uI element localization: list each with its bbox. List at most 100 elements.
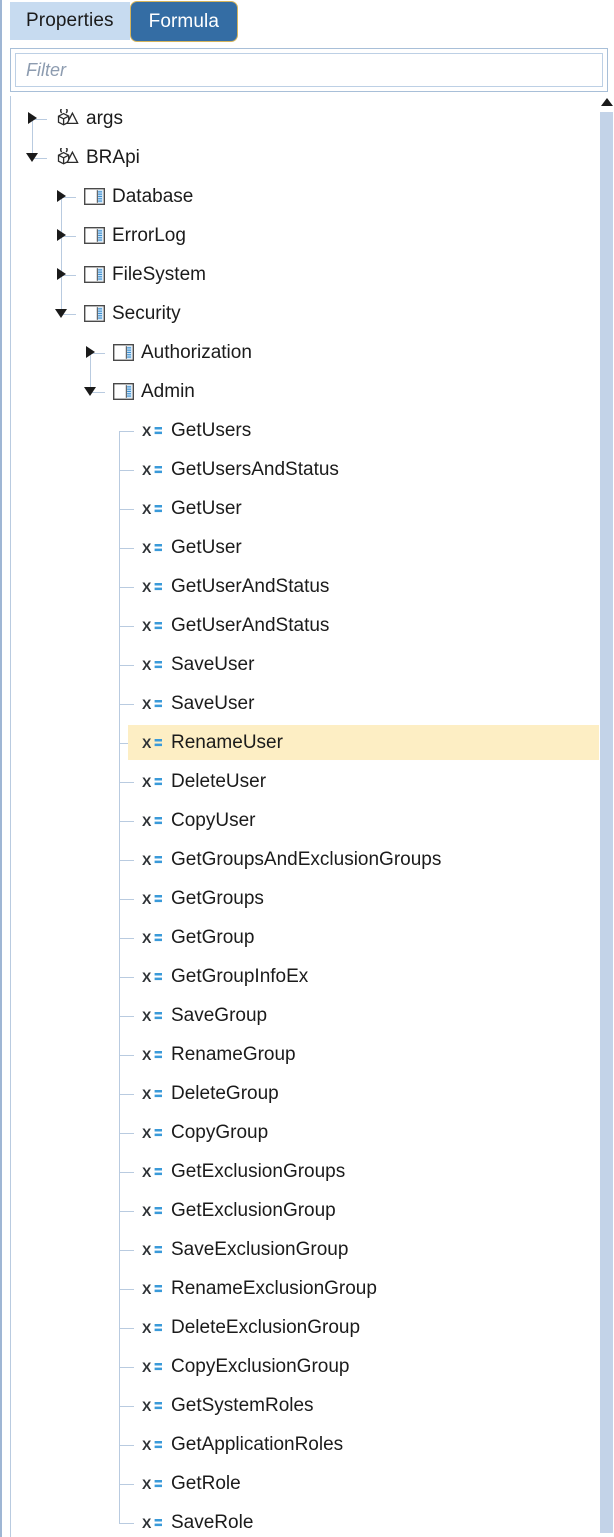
method-icon-svg: X [142,930,162,946]
tree-item-saveuser[interactable]: X SaveUser [11,684,608,723]
formula-editor-panel: Properties Formula args BRApi [0,0,614,1537]
class-icon [112,382,135,401]
svg-text:X: X [142,618,152,634]
tab-formula[interactable]: Formula [129,1,238,42]
tree-item-getexclusiongroup[interactable]: X GetExclusionGroup [11,1191,608,1230]
tree-item-getuserandstatus[interactable]: X GetUserAndStatus [11,606,608,645]
tree-item-label: GetExclusionGroup [171,1200,336,1221]
class-icon [83,265,106,284]
tree-item-getuser[interactable]: X GetUser [11,528,608,567]
tree-item-deleteexclusiongroup[interactable]: X DeleteExclusionGroup [11,1308,608,1347]
tab-strip: Properties Formula [2,0,614,44]
tree-item-label: SaveUser [171,654,255,675]
tree-item-getgroupinfoex[interactable]: X GetGroupInfoEx [11,957,608,996]
expander-expand-icon[interactable] [54,267,70,283]
tree-item-deleteuser[interactable]: X DeleteUser [11,762,608,801]
tree-item-getrole[interactable]: X GetRole [11,1464,608,1503]
expander-expand-icon[interactable] [25,111,41,127]
tree-item-label: DeleteExclusionGroup [171,1317,361,1338]
tree-item-content: BRApi [55,145,140,168]
expander-collapse-icon[interactable] [25,150,41,166]
class-icon-svg [83,304,106,323]
vertical-scrollbar[interactable] [599,96,614,1537]
class-icon-svg [83,187,106,206]
tree-item-copygroup[interactable]: X CopyGroup [11,1113,608,1152]
method-icon-svg: X [142,1086,162,1102]
namespace-icon-svg [57,145,79,165]
tree-item-copyuser[interactable]: X CopyUser [11,801,608,840]
svg-text:X: X [142,540,152,556]
tree-item-filesystem[interactable]: FileSystem [11,255,608,294]
expander-collapse-icon[interactable] [54,306,70,322]
svg-text:X: X [142,1320,152,1336]
method-icon-svg: X [142,1242,162,1258]
tree-item-renameexclusiongroup[interactable]: X RenameExclusionGroup [11,1269,608,1308]
svg-text:X: X [142,1437,152,1453]
method-icon-svg: X [142,1320,162,1336]
tree-item-label: Security [112,303,181,324]
tree-item-copyexclusiongroup[interactable]: X CopyExclusionGroup [11,1347,608,1386]
class-icon [83,187,106,206]
tree-item-savegroup[interactable]: X SaveGroup [11,996,608,1035]
method-icon: X [142,852,164,868]
tree-item-getgroup[interactable]: X GetGroup [11,918,608,957]
tree-item-brapi[interactable]: BRApi [11,138,608,177]
api-tree-panel[interactable]: args BRApi Database ErrorLog FileSystem … [10,96,608,1537]
method-icon-svg: X [142,852,162,868]
tree-item-saveuser[interactable]: X SaveUser [11,645,608,684]
tree-item-getapplicationroles[interactable]: X GetApplicationRoles [11,1425,608,1464]
tab-properties[interactable]: Properties [10,2,130,40]
tree-item-getuser[interactable]: X GetUser [11,489,608,528]
tree-item-authorization[interactable]: Authorization [11,333,608,372]
tree-item-content: ErrorLog [83,226,186,245]
method-icon: X [142,1281,164,1297]
expander-expand-icon[interactable] [54,189,70,205]
class-icon-svg [83,265,106,284]
tree-item-content: X SaveRole [142,1513,253,1532]
method-icon-svg: X [142,1437,162,1453]
tree-item-content: X GetUser [142,538,242,557]
method-icon-svg: X [142,813,162,829]
filter-input[interactable] [15,53,603,87]
tree-item-errorlog[interactable]: ErrorLog [11,216,608,255]
tree-item-label: GetGroupInfoEx [171,966,309,987]
tree-item-getusers[interactable]: X GetUsers [11,411,608,450]
expander-expand-icon[interactable] [54,228,70,244]
tree-item-renamegroup[interactable]: X RenameGroup [11,1035,608,1074]
tree-item-saveexclusiongroup[interactable]: X SaveExclusionGroup [11,1230,608,1269]
tree-item-content: X GetUserAndStatus [142,616,329,635]
method-icon-svg: X [142,1008,162,1024]
tree-item-args[interactable]: args [11,99,608,138]
tree-item-label: GetUser [171,537,242,558]
tree-item-content: X CopyExclusionGroup [142,1357,349,1376]
expander-collapse-icon[interactable] [83,384,99,400]
class-icon-svg [83,226,106,245]
svg-text:X: X [142,1203,152,1219]
class-icon [112,343,135,362]
tree-item-saverole[interactable]: X SaveRole [11,1503,608,1537]
tree-item-content: X DeleteUser [142,772,266,791]
method-icon: X [142,579,164,595]
tree-item-getusersandstatus[interactable]: X GetUsersAndStatus [11,450,608,489]
tree-item-security[interactable]: Security [11,294,608,333]
scroll-up-arrow-icon[interactable] [601,98,613,106]
tree-item-content: X GetUsers [142,421,251,440]
tree-item-content: X SaveUser [142,655,254,674]
tree-item-getuserandstatus[interactable]: X GetUserAndStatus [11,567,608,606]
tree-item-content: Security [83,303,181,324]
tree-item-deletegroup[interactable]: X DeleteGroup [11,1074,608,1113]
tree-item-getgroupsandexclusiongroups[interactable]: X GetGroupsAndExclusionGroups [11,840,608,879]
svg-text:X: X [142,735,152,751]
tree-item-renameuser[interactable]: X RenameUser [11,723,608,762]
tree-item-database[interactable]: Database [11,177,608,216]
scrollbar-track[interactable] [600,112,613,1533]
tree-item-content: X GetExclusionGroup [142,1201,336,1220]
tree-item-getexclusiongroups[interactable]: X GetExclusionGroups [11,1152,608,1191]
method-icon: X [142,1515,164,1531]
tree-item-admin[interactable]: Admin [11,372,608,411]
tree-item-getsystemroles[interactable]: X GetSystemRoles [11,1386,608,1425]
tree-item-getgroups[interactable]: X GetGroups [11,879,608,918]
expander-expand-icon[interactable] [83,345,99,361]
method-icon-svg: X [142,969,162,985]
method-icon: X [142,423,164,439]
